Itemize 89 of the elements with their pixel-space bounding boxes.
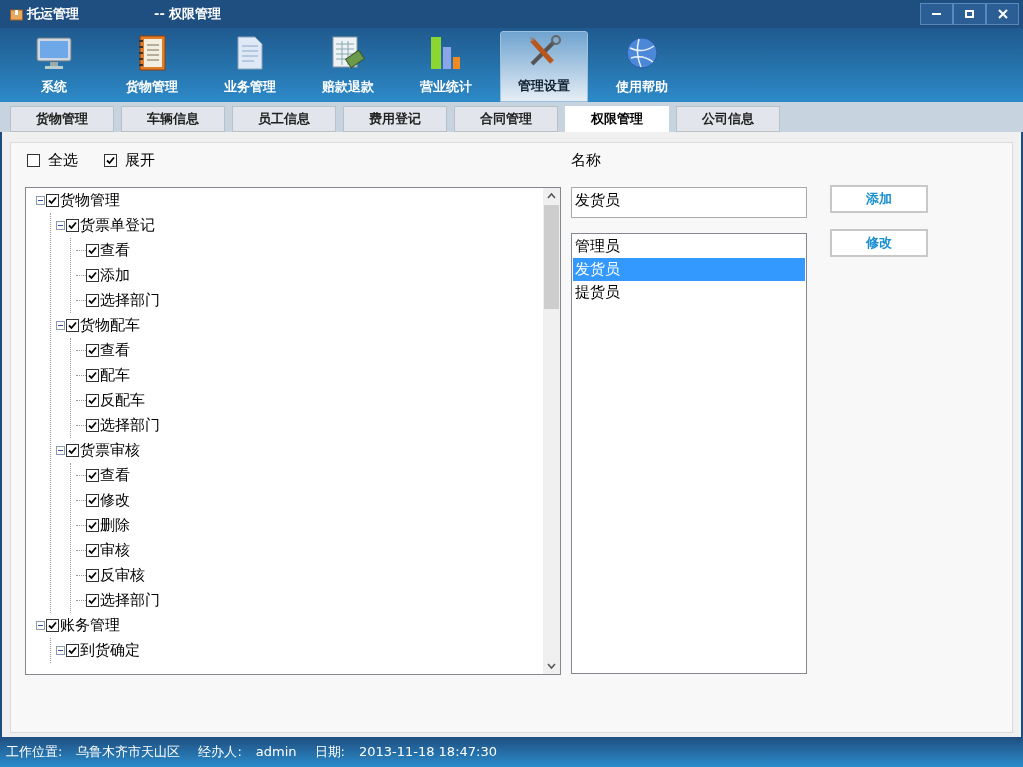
tree-item-label[interactable]: 审核 [100, 543, 130, 558]
tree-item-label[interactable]: 修改 [100, 493, 130, 508]
tab[interactable]: 权限管理 [565, 106, 669, 132]
checkbox[interactable] [27, 153, 40, 167]
checkbox[interactable] [46, 619, 59, 632]
tab[interactable]: 合同管理 [454, 106, 558, 132]
close-icon [997, 9, 1008, 19]
status-label: 工作位置: [6, 743, 63, 762]
toolbar-button[interactable]: 货物管理 [108, 31, 196, 102]
toolbar-button[interactable]: 管理设置 [500, 31, 588, 102]
document-icon [236, 35, 264, 70]
globe-icon [625, 35, 659, 70]
tree-item-label[interactable]: 货物管理 [60, 193, 120, 208]
tree-item-label[interactable]: 货物配车 [80, 318, 140, 333]
toolbar-button[interactable]: 使用帮助 [598, 31, 686, 102]
tab[interactable]: 公司信息 [676, 106, 780, 132]
toolbar-button[interactable]: 赔款退款 [304, 31, 392, 102]
collapse-icon[interactable] [56, 221, 65, 230]
scroll-thumb[interactable] [544, 205, 559, 309]
minimize-button[interactable] [920, 3, 953, 25]
tree-item-label[interactable]: 选择部门 [100, 593, 160, 608]
checkbox[interactable] [66, 219, 79, 232]
tree-item-label[interactable]: 选择部门 [100, 418, 160, 433]
tree-item-label[interactable]: 查看 [100, 468, 130, 483]
checkbox-label: 全选 [48, 149, 78, 171]
checkbox[interactable] [86, 469, 99, 482]
checkbox[interactable] [86, 394, 99, 407]
notebook-icon [137, 34, 167, 71]
tree-item-label[interactable]: 选择部门 [100, 293, 160, 308]
status-label: 经办人: [198, 743, 242, 762]
checkbox[interactable] [66, 444, 79, 457]
tree-item-label[interactable]: 查看 [100, 243, 130, 258]
bar-chart-icon [429, 34, 463, 71]
action-button[interactable]: 修改 [830, 229, 928, 257]
tab[interactable]: 货物管理 [10, 106, 114, 132]
tree-item-label[interactable]: 配车 [100, 368, 130, 383]
role-item[interactable]: 管理员 [573, 235, 805, 258]
maximize-button[interactable] [953, 3, 986, 25]
toolbar-button[interactable]: 系统 [10, 31, 98, 102]
checkbox[interactable] [86, 344, 99, 357]
role-item[interactable]: 提货员 [573, 281, 805, 304]
tree-item-label[interactable]: 查看 [100, 343, 130, 358]
status-value: 2013-11-18 18:47:30 [358, 743, 497, 762]
status-label: 日期: [314, 743, 345, 762]
monitor-icon [36, 35, 72, 70]
tree-item-label[interactable]: 货票单登记 [80, 218, 155, 233]
checkbox[interactable] [86, 294, 99, 307]
app-title: 托运管理 [27, 5, 79, 24]
collapse-icon[interactable] [56, 446, 65, 455]
toolbar-button[interactable]: 业务管理 [206, 31, 294, 102]
ledger-money-icon [331, 35, 365, 70]
name-label: 名称 [571, 150, 602, 171]
scrollbar[interactable] [543, 188, 560, 674]
checkbox[interactable] [86, 369, 99, 382]
checkbox[interactable] [86, 269, 99, 282]
tree-item-label[interactable]: 反配车 [100, 393, 145, 408]
checkbox[interactable] [86, 544, 99, 557]
checkbox[interactable] [86, 569, 99, 582]
tab[interactable]: 车辆信息 [121, 106, 225, 132]
name-field[interactable]: 发货员 [571, 187, 807, 218]
tab[interactable]: 员工信息 [232, 106, 336, 132]
checkbox[interactable] [66, 319, 79, 332]
checkbox[interactable] [66, 644, 79, 657]
checkbox[interactable] [86, 519, 99, 532]
collapse-icon[interactable] [36, 621, 45, 630]
checkbox[interactable] [86, 594, 99, 607]
tree-item-label[interactable]: 到货确定 [80, 643, 140, 658]
checkbox[interactable] [104, 153, 117, 167]
checkbox[interactable] [46, 194, 59, 207]
checkbox[interactable] [86, 494, 99, 507]
collapse-icon[interactable] [56, 646, 65, 655]
tree-item-label[interactable]: 货票审核 [80, 443, 140, 458]
page-title: -- 权限管理 [154, 5, 222, 24]
tree-item-label[interactable]: 账务管理 [60, 618, 120, 633]
toolbar-button[interactable]: 营业统计 [402, 31, 490, 102]
close-button[interactable] [986, 3, 1019, 25]
collapse-icon[interactable] [36, 196, 45, 205]
checkbox-label: 展开 [125, 149, 155, 171]
tree-item-label[interactable]: 添加 [100, 268, 130, 283]
action-button[interactable]: 添加 [830, 185, 928, 213]
checkbox[interactable] [86, 244, 99, 257]
package-icon [10, 7, 23, 21]
tree-item-label[interactable]: 删除 [100, 518, 130, 533]
status-value: 乌鲁木齐市天山区 [76, 743, 181, 762]
tree-item-label[interactable]: 反审核 [100, 568, 145, 583]
checkbox[interactable] [86, 419, 99, 432]
collapse-icon[interactable] [56, 321, 65, 330]
tab[interactable]: 费用登记 [343, 106, 447, 132]
status-value: admin [255, 743, 297, 762]
